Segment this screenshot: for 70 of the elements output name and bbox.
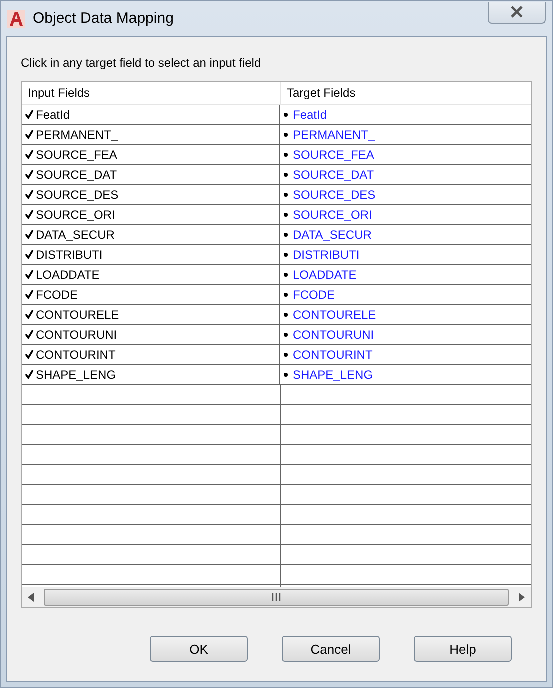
- bullet-icon: [284, 112, 288, 116]
- window-title: Object Data Mapping: [33, 10, 175, 27]
- checkbox[interactable]: [25, 290, 34, 299]
- target-field-name[interactable]: FeatId: [293, 108, 328, 122]
- input-field-name: LOADDATE: [36, 268, 100, 282]
- input-field-name: CONTOURINT: [36, 348, 116, 362]
- checkbox[interactable]: [25, 170, 34, 179]
- input-field-name: FeatId: [36, 108, 70, 122]
- checkbox[interactable]: [25, 350, 34, 359]
- target-field-name[interactable]: DISTRIBUTI: [293, 248, 360, 262]
- checkbox[interactable]: [25, 190, 34, 199]
- target-field-name[interactable]: SHAPE_LENG: [293, 368, 374, 382]
- bullet-icon: [284, 372, 288, 376]
- checkbox[interactable]: [25, 150, 34, 159]
- input-field-name: SOURCE_DES: [36, 188, 119, 202]
- close-icon[interactable]: [510, 6, 524, 18]
- target-field-name[interactable]: SOURCE_DES: [293, 188, 376, 202]
- input-field-name: SOURCE_FEA: [36, 148, 118, 162]
- input-field-name: DATA_SECUR: [36, 228, 115, 242]
- bullet-icon: [284, 292, 288, 296]
- target-field-name[interactable]: LOADDATE: [293, 268, 357, 282]
- column-header[interactable]: Target Fields: [281, 82, 531, 104]
- dialog-button[interactable]: OK: [150, 636, 248, 662]
- input-field-name: DISTRIBUTI: [36, 248, 103, 262]
- scroll-left-icon[interactable]: [28, 592, 34, 602]
- close-button[interactable]: [488, 2, 546, 24]
- bullet-icon: [284, 172, 288, 176]
- checkbox[interactable]: [25, 270, 34, 279]
- bullet-icon: [284, 132, 288, 136]
- bullet-icon: [284, 312, 288, 316]
- target-field-name[interactable]: PERMANENT_: [293, 128, 376, 142]
- checkbox[interactable]: [25, 230, 34, 239]
- column-header[interactable]: Input Fields: [22, 82, 281, 104]
- checkbox[interactable]: [25, 250, 34, 259]
- target-field-name[interactable]: DATA_SECUR: [293, 228, 372, 242]
- horizontal-scrollbar[interactable]: [22, 587, 531, 607]
- app-logo-icon: [7, 10, 25, 28]
- dialog-button[interactable]: Help: [414, 636, 512, 662]
- input-field-name: SOURCE_ORI: [36, 208, 116, 222]
- input-field-name: FCODE: [36, 288, 78, 302]
- bullet-icon: [284, 192, 288, 196]
- target-field-name[interactable]: CONTOURUNI: [293, 328, 374, 342]
- instruction-text: Click in any target field to select an input field: [21, 56, 262, 71]
- checkbox[interactable]: [25, 210, 34, 219]
- checkbox[interactable]: [25, 110, 34, 119]
- checkbox[interactable]: [25, 130, 34, 139]
- bullet-icon: [284, 332, 288, 336]
- input-field-name: CONTOURUNI: [36, 328, 118, 342]
- scroll-right-icon[interactable]: [519, 592, 525, 602]
- target-field-name[interactable]: SOURCE_ORI: [293, 208, 372, 222]
- checkbox[interactable]: [25, 330, 34, 339]
- target-field-name[interactable]: SOURCE_FEA: [293, 148, 374, 162]
- checkbox[interactable]: [25, 370, 34, 379]
- target-field-name[interactable]: CONTOURELE: [293, 308, 376, 322]
- bullet-icon: [284, 352, 288, 356]
- bullet-icon: [284, 212, 288, 216]
- input-field-name: SOURCE_DAT: [36, 168, 118, 182]
- bullet-icon: [284, 232, 288, 236]
- target-field-name[interactable]: FCODE: [293, 288, 335, 302]
- input-field-name: PERMANENT_: [36, 128, 118, 142]
- input-field-name: SHAPE_LENG: [36, 368, 116, 382]
- target-field-name[interactable]: SOURCE_DAT: [293, 168, 374, 182]
- dialog-button[interactable]: Cancel: [282, 636, 380, 662]
- bullet-icon: [284, 272, 288, 276]
- scroll-thumb[interactable]: [44, 588, 509, 606]
- bullet-icon: [284, 152, 288, 156]
- target-field-name[interactable]: CONTOURINT: [293, 348, 373, 362]
- input-field-name: CONTOURELE: [36, 308, 120, 322]
- checkbox[interactable]: [25, 310, 34, 319]
- bullet-icon: [284, 252, 288, 256]
